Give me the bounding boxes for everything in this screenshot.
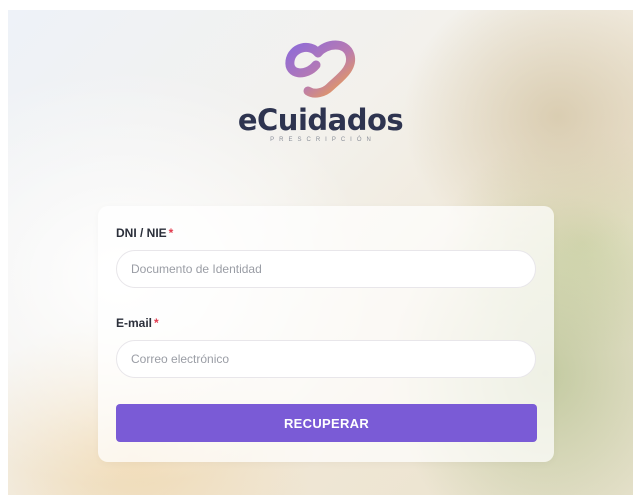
required-mark: * — [154, 316, 159, 330]
dni-label: DNI / NIE * — [116, 226, 173, 240]
brand-name: eCuidados — [237, 103, 404, 137]
logo: eCuidados PRESCRIPCIÓN — [8, 35, 633, 143]
brand-tagline: PRESCRIPCIÓN — [270, 137, 376, 143]
login-background: eCuidados PRESCRIPCIÓN DNI / NIE* E-mail… — [8, 10, 633, 495]
dni-input[interactable] — [116, 250, 536, 288]
recover-form-card: DNI / NIE* E-mail* RECUPERAR — [98, 206, 554, 462]
email-label-text: E-mail — [116, 316, 153, 330]
ecuidados-logo-icon — [284, 40, 355, 98]
required-mark: * — [168, 226, 174, 240]
email-label: E-mail * — [116, 316, 159, 330]
recover-button[interactable]: RECUPERAR — [116, 404, 537, 442]
dni-label-text: DNI / NIE — [116, 226, 167, 240]
email-input[interactable] — [116, 340, 536, 378]
